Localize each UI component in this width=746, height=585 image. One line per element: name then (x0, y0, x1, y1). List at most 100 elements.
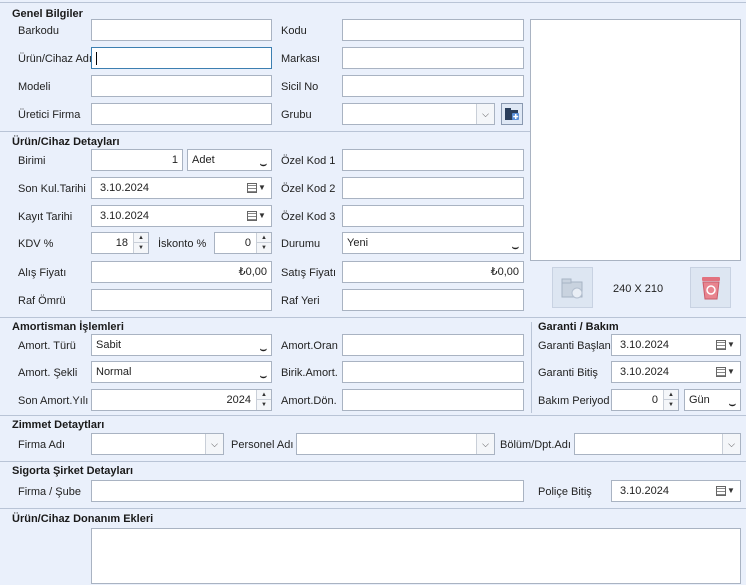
chevron-down-icon[interactable]: ⌣ (512, 238, 519, 253)
divider-zimmet (0, 415, 746, 416)
spinner-arrows-icon[interactable]: ▲ ▼ (256, 390, 271, 410)
alis-label: Alış Fiyatı (18, 267, 67, 279)
barkodu-input[interactable] (91, 19, 272, 41)
sicil-no-input[interactable] (342, 75, 524, 97)
son-amort-yili-value: 2024 (226, 394, 251, 406)
amort-oran-input[interactable] (342, 334, 524, 356)
kdv-spinner[interactable]: 18 ▲ ▼ (91, 232, 149, 254)
calendar-icon[interactable]: ▼ (247, 209, 269, 223)
section-title-donanim: Ürün/Cihaz Donanım Ekleri (12, 513, 154, 525)
markasi-label: Markası (281, 53, 321, 65)
chevron-down-icon[interactable]: ⌵ (722, 434, 740, 454)
calendar-icon[interactable]: ▼ (247, 181, 269, 195)
grubu-select[interactable]: ⌵ (342, 103, 495, 125)
birim-unit-value: Adet (192, 154, 215, 166)
chevron-down-icon[interactable]: ⌣ (729, 395, 736, 410)
police-bitis-date[interactable]: 3.10.2024 ▼ (611, 480, 741, 502)
ozel-kod-1-input[interactable] (342, 149, 524, 171)
chevron-down-icon[interactable]: ⌵ (205, 434, 223, 454)
personel-adi-label: Personel Adı (231, 439, 294, 451)
grubu-label: Grubu (281, 109, 312, 121)
bolum-adi-select[interactable]: ⌵ (574, 433, 741, 455)
spinner-arrows-icon[interactable]: ▲ ▼ (663, 390, 678, 410)
product-image-box[interactable] (530, 19, 741, 261)
bakim-periyod-spinner[interactable]: 0 ▲ ▼ (611, 389, 679, 411)
raf-yeri-input[interactable] (342, 289, 524, 311)
garanti-baslan-date[interactable]: 3.10.2024 ▼ (611, 334, 741, 356)
modeli-input[interactable] (91, 75, 272, 97)
satis-input[interactable]: ₺0,00 (342, 261, 524, 283)
donanim-textarea[interactable] (91, 528, 741, 584)
firma-adi-label: Firma Adı (18, 439, 66, 451)
uretici-label: Üretici Firma (18, 109, 81, 121)
bakim-periyod-value: 0 (651, 394, 658, 406)
ozel-kod-3-input[interactable] (342, 205, 524, 227)
son-kul-value: 3.10.2024 (100, 182, 149, 194)
spinner-arrows-icon[interactable]: ▲ ▼ (133, 233, 148, 253)
spinner-arrows-icon[interactable]: ▲ ▼ (256, 233, 271, 253)
folder-add-icon (505, 108, 519, 120)
ozel-kod-2-label: Özel Kod 2 (281, 183, 336, 195)
load-image-button[interactable] (552, 267, 593, 308)
chevron-down-icon[interactable]: ⌵ (476, 104, 494, 124)
divider-donanim (0, 508, 746, 509)
divider-amortisman (0, 317, 746, 318)
urun-adi-input[interactable] (91, 47, 272, 69)
markasi-input[interactable] (342, 47, 524, 69)
chevron-down-icon[interactable]: ⌵ (476, 434, 494, 454)
image-size-label: 240 X 210 (613, 283, 664, 295)
amort-don-input[interactable] (342, 389, 524, 411)
firma-adi-select[interactable]: ⌵ (91, 433, 224, 455)
section-title-sigorta: Sigorta Şirket Detayları (12, 465, 134, 477)
divider-detay (0, 131, 530, 132)
firma-sube-input[interactable] (91, 480, 524, 502)
image-folder-icon (561, 278, 582, 298)
section-title-zimmet: Zimmet Detaytları (12, 419, 105, 431)
barkodu-label: Barkodu (18, 25, 59, 37)
police-bitis-value: 3.10.2024 (620, 485, 669, 497)
son-amort-yili-spinner[interactable]: 2024 ▲ ▼ (91, 389, 272, 411)
calendar-icon[interactable]: ▼ (716, 365, 738, 379)
calendar-icon[interactable]: ▼ (716, 338, 738, 352)
garanti-divider (531, 322, 532, 413)
ozel-kod-3-label: Özel Kod 3 (281, 211, 336, 223)
garanti-bitis-label: Garanti Bitiş (538, 367, 598, 379)
bakim-periyod-label: Bakım Periyod (538, 395, 610, 407)
add-group-button[interactable] (501, 103, 523, 125)
son-kul-date[interactable]: 3.10.2024 ▼ (91, 177, 272, 199)
kodu-input[interactable] (342, 19, 524, 41)
personel-adi-select[interactable]: ⌵ (296, 433, 495, 455)
bakim-unit-select[interactable]: Gün ⌣ (684, 389, 741, 411)
modeli-label: Modeli (18, 81, 51, 93)
durumu-select[interactable]: Yeni ⌣ (342, 232, 524, 254)
alis-input[interactable]: ₺0,00 (91, 261, 272, 283)
uretici-input[interactable] (91, 103, 272, 125)
birik-amort-input[interactable] (342, 361, 524, 383)
ozel-kod-2-input[interactable] (342, 177, 524, 199)
chevron-down-icon[interactable]: ⌣ (260, 340, 267, 355)
birim-unit-select[interactable]: Adet ⌣ (187, 149, 272, 171)
kdv-value: 18 (115, 237, 128, 249)
durumu-label: Durumu (281, 238, 321, 250)
garanti-bitis-date[interactable]: 3.10.2024 ▼ (611, 361, 741, 383)
raf-yeri-label: Raf Yeri (281, 295, 320, 307)
ozel-kod-1-label: Özel Kod 1 (281, 155, 336, 167)
amort-sekli-select[interactable]: Normal ⌣ (91, 361, 272, 383)
police-bitis-label: Poliçe Bitiş (538, 486, 592, 498)
raf-omru-input[interactable] (91, 289, 272, 311)
raf-omru-label: Raf Ömrü (18, 295, 66, 307)
iskonto-label: İskonto % (158, 238, 207, 250)
bolum-adi-label: Bölüm/Dpt.Adı (500, 439, 571, 451)
urun-adi-label: Ürün/Cihaz Adı (18, 53, 92, 65)
text-caret (96, 52, 97, 65)
birim-qty-input[interactable]: 1 (91, 149, 183, 171)
birik-amort-label: Birik.Amort. (281, 367, 338, 379)
chevron-down-icon[interactable]: ⌣ (260, 155, 267, 170)
amort-turu-select[interactable]: Sabit ⌣ (91, 334, 272, 356)
kayit-date[interactable]: 3.10.2024 ▼ (91, 205, 272, 227)
kodu-label: Kodu (281, 25, 307, 37)
chevron-down-icon[interactable]: ⌣ (260, 367, 267, 382)
calendar-icon[interactable]: ▼ (716, 484, 738, 498)
delete-image-button[interactable] (690, 267, 731, 308)
iskonto-spinner[interactable]: 0 ▲ ▼ (214, 232, 272, 254)
